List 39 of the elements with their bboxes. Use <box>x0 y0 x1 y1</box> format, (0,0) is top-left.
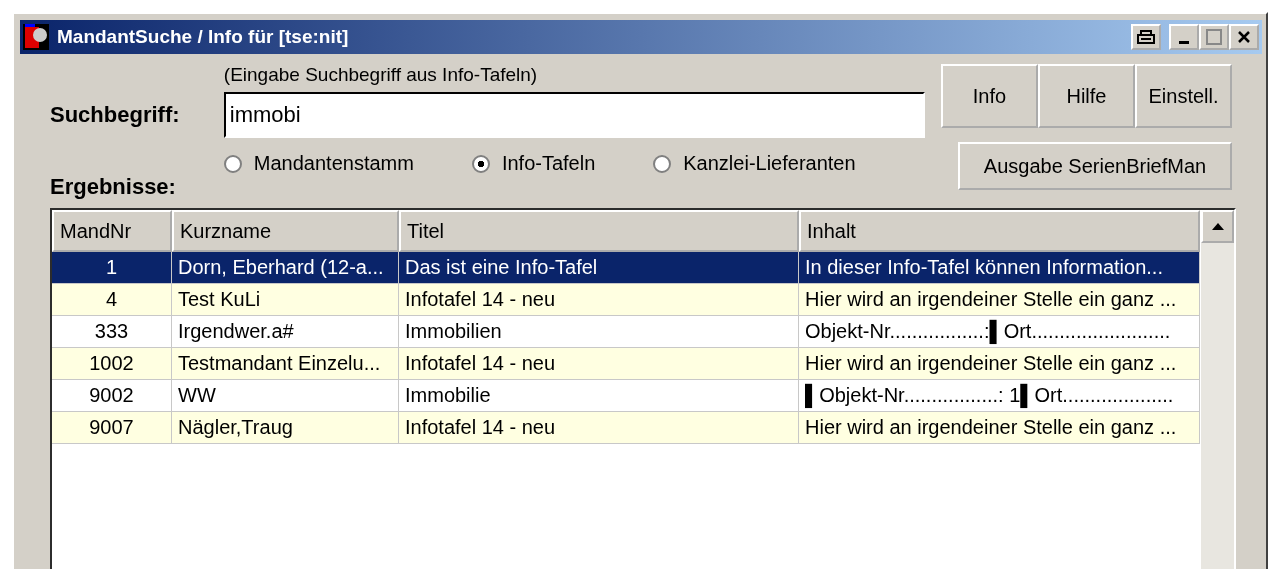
table-row[interactable]: 1002 Testmandant Einzelu... Infotafel 14 - neu Hier wird an irgendeiner Stelle ein ganz ... <box>52 348 1200 380</box>
radio-button[interactable] <box>223 154 242 173</box>
app-icon <box>23 24 49 50</box>
minimize-icon <box>1179 40 1189 44</box>
close-button[interactable] <box>1229 24 1259 50</box>
table-row[interactable]: 1 Dorn, Eberhard (12-a... Das ist eine Info-Tafel In dieser Info-Tafel können Information... <box>52 252 1200 284</box>
radio-button[interactable] <box>471 154 490 173</box>
print-button[interactable] <box>1131 24 1161 50</box>
toolbar-button[interactable]: Hilfe <box>1038 64 1135 128</box>
table-row[interactable]: 333 Irgendwer.a# Immobilien Objekt-Nr.................:▌Ort......................... <box>52 316 1200 348</box>
table-row[interactable]: 4 Test KuLi Infotafel 14 - neu Hier wird an irgendeiner Stelle ein ganz ... <box>52 284 1200 316</box>
search-field[interactable]: immobi <box>223 92 925 138</box>
search-hint: (Eingabe Suchbegriff aus Info-Tafeln) <box>223 64 539 87</box>
maximize-icon <box>1206 29 1222 45</box>
column-header[interactable]: Inhalt <box>799 210 1200 252</box>
printer-icon <box>1137 30 1155 44</box>
up-arrow-icon <box>1211 223 1224 230</box>
radio-label[interactable]: Kanzlei-Lieferanten <box>683 152 856 175</box>
column-header[interactable]: Titel <box>399 210 799 252</box>
radio-label[interactable]: Mandantenstamm <box>253 152 414 175</box>
table-row[interactable]: 9007 Nägler,Traug Infotafel 14 - neu Hier wird an irgendeiner Stelle ein ganz ... <box>52 412 1200 444</box>
close-icon <box>1237 30 1251 44</box>
window-title: MandantSuche / Info für [tse:nit] <box>57 26 350 48</box>
toolbar-button[interactable]: Einstell. <box>1135 64 1232 128</box>
radio-button[interactable] <box>653 154 672 173</box>
minimize-button[interactable] <box>1169 24 1199 50</box>
export-button[interactable]: Ausgabe SerienBriefMan <box>958 142 1232 190</box>
toolbar-button[interactable]: Info <box>941 64 1038 128</box>
scroll-up-button[interactable] <box>1201 210 1234 243</box>
column-header[interactable]: Kurzname <box>172 210 399 252</box>
search-label: Suchbegriff: <box>50 102 180 127</box>
vertical-scrollbar[interactable] <box>1200 210 1234 569</box>
table-cell: Infotafel 14 - neu <box>399 412 799 444</box>
table-cell: 9007 <box>52 412 172 444</box>
results-label: Ergebnisse: <box>50 174 177 201</box>
table-cell: Nägler,Traug <box>172 412 399 444</box>
radio-label[interactable]: Info-Tafeln <box>501 152 596 175</box>
table-cell: Hier wird an irgendeiner Stelle ein ganz ... <box>799 412 1200 444</box>
column-header[interactable]: MandNr <box>52 210 172 252</box>
